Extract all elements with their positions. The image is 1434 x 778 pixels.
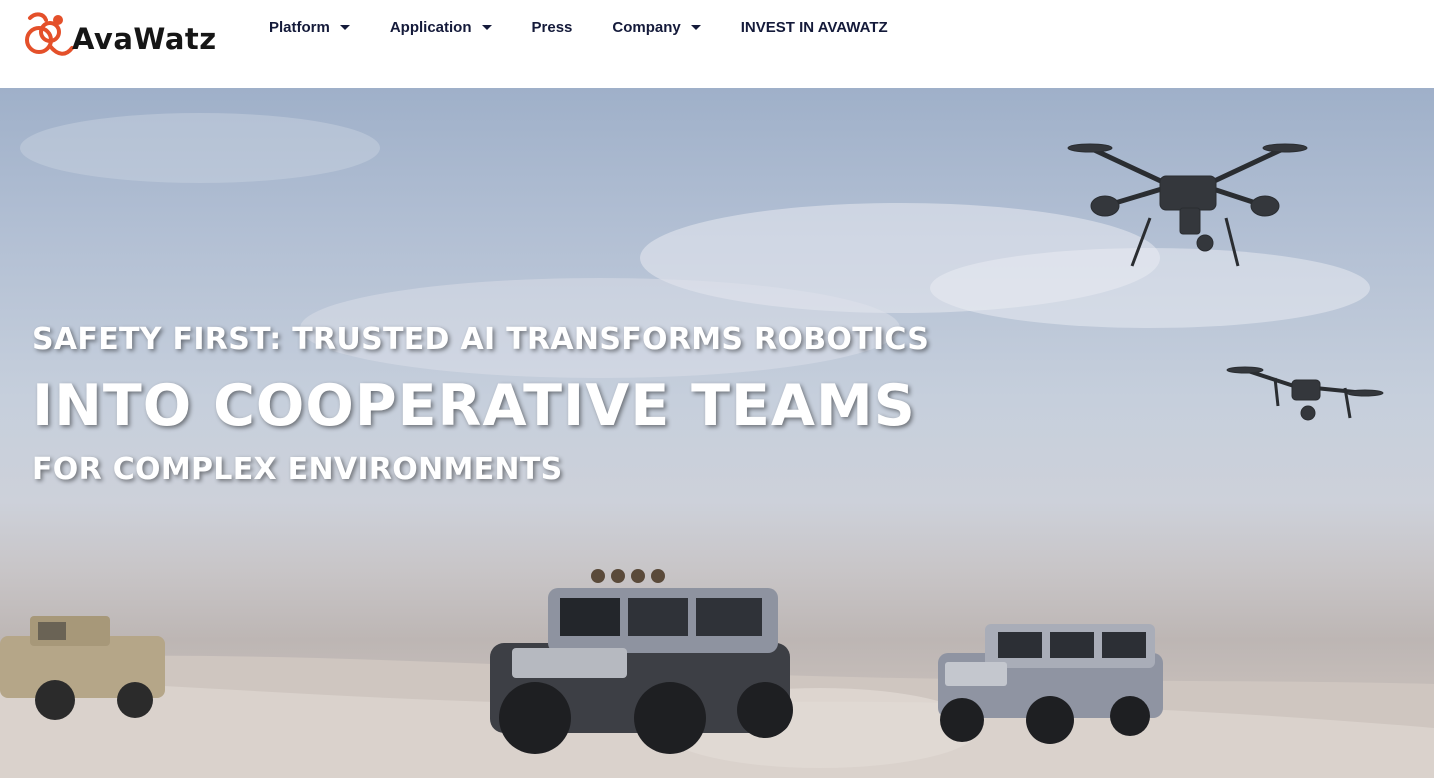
cloud xyxy=(20,113,380,183)
hero-headline-line3: FOR COMPLEX ENVIRONMENTS xyxy=(32,452,563,487)
nav-item-application[interactable]: Application xyxy=(390,19,492,36)
hero-headline-line1: SAFETY FIRST: TRUSTED AI TRANSFORMS ROBO… xyxy=(32,322,930,357)
brand-logo[interactable]: AvaWatz xyxy=(22,8,232,64)
logo-wordmark: AvaWatz xyxy=(72,22,217,56)
nav-item-invest[interactable]: INVEST IN AVAWATZ xyxy=(741,19,888,36)
caret-down-icon xyxy=(690,25,701,30)
nav-item-company[interactable]: Company xyxy=(612,18,701,36)
avawatz-logo-icon xyxy=(25,12,74,56)
suv-right xyxy=(938,624,1163,744)
hero-banner: SAFETY FIRST: TRUSTED AI TRANSFORMS ROBO… xyxy=(0,88,1434,778)
nav-item-label: INVEST IN AVAWATZ xyxy=(740,18,888,36)
suv-center xyxy=(490,569,793,754)
hero-headline: SAFETY FIRST: TRUSTED AI TRANSFORMS ROBO… xyxy=(32,318,929,492)
nav-item-label: Press xyxy=(531,18,573,36)
main-nav: Platform Application Press Company INVES… xyxy=(269,16,928,38)
drone-small xyxy=(1226,366,1384,421)
nav-item-label: Application xyxy=(389,18,472,36)
site-header: AvaWatz Platform Application Press Compa… xyxy=(0,0,1434,88)
caret-down-icon xyxy=(481,25,492,30)
nav-item-platform[interactable]: Platform xyxy=(269,19,350,36)
cloud xyxy=(930,248,1370,328)
hero-headline-line2: INTO COOPERATIVE TEAMS xyxy=(32,373,916,439)
nav-item-label: Platform xyxy=(269,18,330,36)
nav-item-press[interactable]: Press xyxy=(532,19,573,36)
nav-item-label: Company xyxy=(612,18,681,36)
caret-down-icon xyxy=(339,25,350,30)
